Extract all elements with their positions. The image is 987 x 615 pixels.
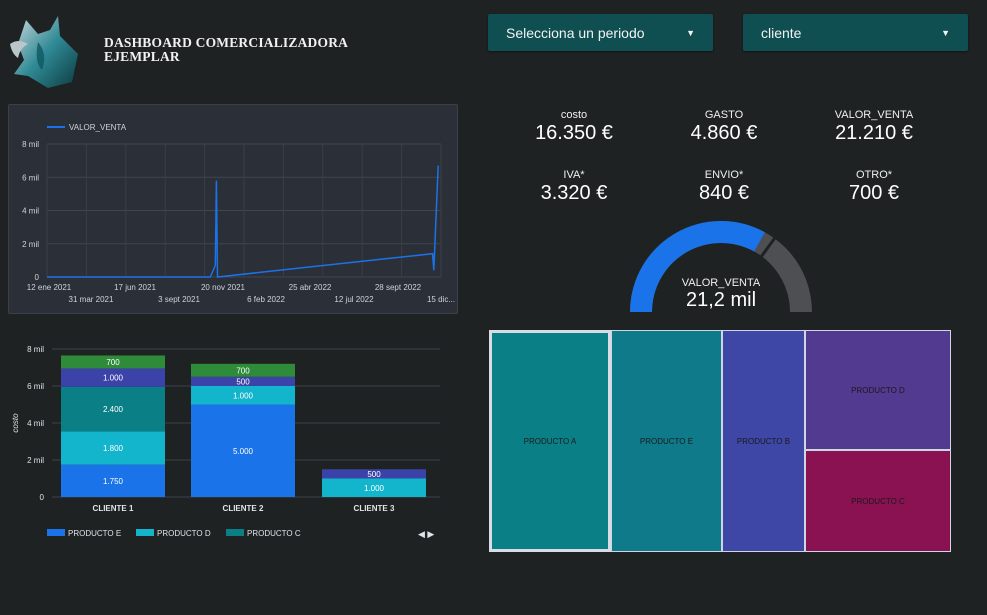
x-tick-label: 12 ene 2021 xyxy=(27,283,72,292)
treemap-tile-label: PRODUCTO C xyxy=(851,496,905,506)
kpi-value: 16.350 € xyxy=(535,122,613,144)
kpi-envio: ENVIO* 840 € xyxy=(649,169,799,205)
gauge-label: VALOR_VENTA xyxy=(682,277,761,289)
legend-swatch xyxy=(136,529,154,536)
treemap-tile[interactable]: PRODUCTO C xyxy=(805,450,951,552)
y-tick-label: 2 mil xyxy=(27,456,44,465)
bar-data-label: 1.000 xyxy=(233,391,254,400)
kpi-costo: costo 16.350 € xyxy=(499,109,649,145)
x-tick-label: 6 feb 2022 xyxy=(247,295,285,304)
bar-data-label: 700 xyxy=(106,358,120,367)
treemap-tile-label: PRODUCTO A xyxy=(523,436,577,446)
kpi-gasto: GASTO 4.860 € xyxy=(649,109,799,145)
bar-data-label: 700 xyxy=(236,366,250,375)
dashboard-title: DASHBOARD COMERCIALIZADORA EJEMPLAR xyxy=(104,35,348,64)
y-tick-label: 8 mil xyxy=(27,345,44,354)
sales-timeseries-panel: VALOR_VENTA 0 2 mil 4 mil 6 mil 8 mil 12 ene 2… xyxy=(8,104,458,314)
treemap-tile-label: PRODUCTO D xyxy=(851,385,905,395)
cost-by-client-chart: 0 2 mil 4 mil 6 mil 8 mil costo 1.750 1.800 2.40… xyxy=(11,345,440,539)
x-tick-label: CLIENTE 1 xyxy=(93,504,134,513)
bar-data-label: 1.000 xyxy=(103,374,124,383)
x-tick-label: 15 dic... xyxy=(427,295,455,304)
bar-data-label: 1.800 xyxy=(103,444,124,453)
kpi-value: 21.210 € xyxy=(835,122,913,144)
kpi-label: IVA* xyxy=(563,169,585,181)
kpi-label: OTRO* xyxy=(855,169,893,181)
client-select[interactable]: cliente ▼ xyxy=(743,14,968,51)
kpi-iva: IVA* 3.320 € xyxy=(499,169,649,205)
x-tick-label: CLIENTE 2 xyxy=(223,504,264,513)
legend-label: PRODUCTO C xyxy=(247,529,301,538)
x-tick-label: 28 sept 2022 xyxy=(375,283,422,292)
caret-down-icon: ▼ xyxy=(686,27,695,38)
legend-pager-icon[interactable]: ◀ ▶ xyxy=(418,529,434,539)
caret-down-icon: ▼ xyxy=(941,27,950,38)
kpi-value: 840 € xyxy=(698,182,750,204)
y-tick-label: 6 mil xyxy=(27,382,44,391)
product-treemap: PRODUCTO A PRODUCTO E PRODUCTO B PRODUCT… xyxy=(489,330,952,552)
y-tick-label: 8 mil xyxy=(22,140,39,149)
kpi-value: 3.320 € xyxy=(540,182,608,204)
y-axis-label: costo xyxy=(11,413,20,433)
bar-data-label: 1.750 xyxy=(103,477,124,486)
x-tick-label: 25 abr 2022 xyxy=(289,283,332,292)
kpi-valor-venta: VALOR_VENTA 21.210 € xyxy=(799,109,949,145)
x-tick-label: 12 jul 2022 xyxy=(334,295,374,304)
bar-data-label: 1.000 xyxy=(364,484,385,493)
x-tick-label: CLIENTE 3 xyxy=(354,504,395,513)
y-tick-label: 0 xyxy=(35,273,40,282)
bar-data-label: 5.000 xyxy=(233,447,254,456)
sales-timeseries-chart: VALOR_VENTA 0 2 mil 4 mil 6 mil 8 mil 12 ene 2… xyxy=(22,123,455,304)
fox-logo-icon xyxy=(8,14,94,90)
legend-label: PRODUCTO E xyxy=(68,529,121,538)
series-line xyxy=(47,165,439,278)
legend-swatch xyxy=(47,529,65,536)
x-tick-label: 20 nov 2021 xyxy=(201,283,246,292)
period-select-label: Selecciona un periodo xyxy=(506,24,645,41)
treemap-tile[interactable]: PRODUCTO D xyxy=(805,330,951,450)
treemap-tile[interactable]: PRODUCTO B xyxy=(722,330,805,552)
treemap-tile-label: PRODUCTO E xyxy=(639,436,694,446)
treemap-tile-label: PRODUCTO B xyxy=(736,436,791,446)
kpi-label: ENVIO* xyxy=(704,169,744,181)
x-tick-label: 31 mar 2021 xyxy=(69,295,114,304)
y-tick-label: 0 xyxy=(40,493,45,502)
sales-gauge: VALOR_VENTA 21,2 mil xyxy=(630,221,812,313)
y-tick-label: 4 mil xyxy=(22,207,39,216)
kpi-label: GASTO xyxy=(704,109,744,121)
bar-data-label: 500 xyxy=(236,377,250,386)
x-tick-label: 3 sept 2021 xyxy=(158,295,200,304)
x-tick-label: 17 jun 2021 xyxy=(114,283,156,292)
treemap-tile[interactable]: PRODUCTO E xyxy=(611,330,722,552)
y-tick-label: 6 mil xyxy=(22,173,39,182)
client-select-label: cliente xyxy=(761,24,802,41)
treemap-tile[interactable]: PRODUCTO A xyxy=(489,330,611,552)
kpi-label: VALOR_VENTA xyxy=(834,109,914,121)
kpi-otro: OTRO* 700 € xyxy=(799,169,949,205)
kpi-label: costo xyxy=(560,109,588,121)
period-select[interactable]: Selecciona un periodo ▼ xyxy=(488,14,713,51)
legend-swatch xyxy=(226,529,244,536)
legend-label: PRODUCTO D xyxy=(157,529,211,538)
y-tick-label: 4 mil xyxy=(27,419,44,428)
y-tick-label: 2 mil xyxy=(22,240,39,249)
legend-label: VALOR_VENTA xyxy=(69,123,127,132)
gauge-value: 21,2 mil xyxy=(686,289,756,311)
kpi-value: 700 € xyxy=(848,182,900,204)
bar-data-label: 500 xyxy=(367,470,381,479)
bar-data-label: 2.400 xyxy=(103,405,124,414)
kpi-value: 4.860 € xyxy=(690,122,758,144)
